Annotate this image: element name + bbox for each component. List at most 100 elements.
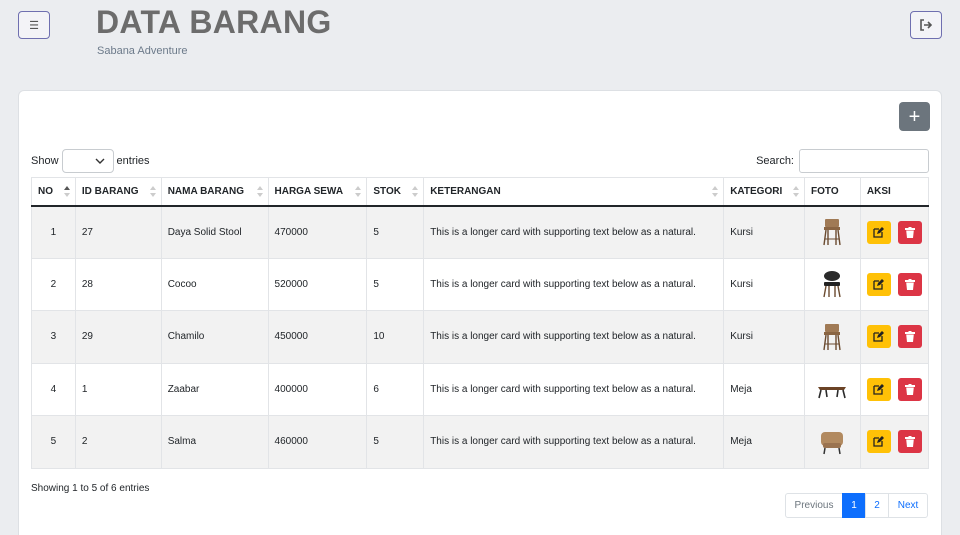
column-header-label: AKSI [866, 185, 891, 197]
column-header-label: KETERANGAN [430, 185, 501, 197]
cell-harga-sewa: 400000 [267, 362, 368, 416]
column-header[interactable]: NO [31, 177, 76, 207]
sort-icon [63, 186, 70, 197]
cell-stok: 5 [366, 205, 425, 259]
column-header[interactable]: STOK [366, 177, 425, 207]
sign-out-icon [920, 19, 933, 31]
cell-harga-sewa: 470000 [267, 205, 368, 259]
entries-length-control: Show entries [31, 149, 150, 173]
cell-harga-sewa: 460000 [267, 415, 368, 469]
trash-icon [904, 278, 915, 290]
cell-kategori: Kursi [723, 205, 806, 259]
cell-aksi [859, 205, 930, 259]
column-header-label: ID BARANG [81, 185, 139, 197]
chevron-down-icon [95, 158, 105, 164]
page-title: DATA BARANG [96, 4, 332, 40]
cell-no: 1 [31, 205, 76, 259]
show-label: Show [31, 155, 59, 167]
column-header[interactable]: FOTO [804, 177, 861, 207]
cell-no: 2 [31, 257, 76, 311]
delete-button[interactable] [897, 325, 922, 349]
edit-icon [873, 436, 885, 447]
cell-stok: 5 [366, 415, 425, 469]
items-table: NO ID BARANG NAMA BARANG HARGA SEWA STOK KETE… [31, 177, 930, 469]
pagination-previous[interactable]: Previous [785, 493, 843, 518]
column-header[interactable]: ID BARANG [74, 177, 162, 207]
plus-icon: + [908, 105, 921, 128]
column-header-label: HARGA SEWA [274, 185, 344, 197]
sort-icon [793, 186, 800, 197]
sort-icon [149, 186, 156, 197]
product-photo [811, 270, 854, 298]
page-subtitle: Sabana Adventure [97, 45, 188, 57]
logout-button[interactable] [910, 11, 942, 39]
cell-keterangan: This is a longer card with supporting te… [423, 310, 725, 364]
cell-nama-barang: Daya Solid Stool [160, 205, 269, 259]
cell-foto [804, 362, 861, 416]
cell-harga-sewa: 520000 [267, 257, 368, 311]
edit-icon [873, 383, 885, 395]
column-header[interactable]: AKSI [859, 177, 930, 207]
search-control: Search: [756, 149, 929, 173]
cell-kategori: Meja [723, 415, 806, 469]
cell-no: 4 [31, 362, 76, 416]
trash-icon [904, 383, 915, 395]
edit-icon [873, 226, 885, 238]
delete-button[interactable] [897, 430, 922, 454]
cell-no: 5 [31, 415, 76, 469]
cell-stok: 6 [366, 362, 425, 416]
column-header[interactable]: NAMA BARANG [160, 177, 269, 207]
hamburger-icon: ☰ [29, 19, 39, 32]
cell-kategori: Kursi [723, 310, 806, 364]
cell-id-barang: 2 [74, 415, 162, 469]
cell-aksi [859, 310, 930, 364]
cell-kategori: Kursi [723, 257, 806, 311]
table-header-row: NO ID BARANG NAMA BARANG HARGA SEWA STOK KETE… [31, 177, 930, 207]
column-header[interactable]: KATEGORI [723, 177, 806, 207]
cell-nama-barang: Salma [160, 415, 269, 469]
edit-button[interactable] [866, 430, 891, 454]
pagination-next[interactable]: Next [888, 493, 928, 518]
pagination-page-1[interactable]: 1 [842, 493, 866, 518]
trash-icon [904, 331, 915, 343]
table-row: 5 2 Salma 460000 5 This is a longer card with… [31, 415, 930, 469]
column-header[interactable]: HARGA SEWA [267, 177, 368, 207]
delete-button[interactable] [897, 272, 922, 296]
cell-nama-barang: Chamilo [160, 310, 269, 364]
table-body: 1 27 Daya Solid Stool 470000 5 This is a long… [31, 205, 930, 469]
edit-icon [873, 331, 885, 342]
edit-button[interactable] [866, 220, 891, 244]
cell-foto [804, 415, 861, 469]
cell-keterangan: This is a longer card with supporting te… [423, 362, 725, 416]
cell-nama-barang: Zaabar [160, 362, 269, 416]
cell-id-barang: 1 [74, 362, 162, 416]
cell-aksi [859, 257, 930, 311]
product-photo [811, 323, 854, 351]
table-info: Showing 1 to 5 of 6 entries [31, 483, 150, 494]
pagination: Previous 1 2 Next [785, 493, 928, 518]
product-photo [811, 218, 854, 246]
search-label: Search: [756, 155, 794, 167]
search-input[interactable] [799, 149, 929, 173]
pagination-page-2[interactable]: 2 [865, 493, 889, 518]
cell-foto [804, 310, 861, 364]
delete-button[interactable] [897, 377, 922, 401]
edit-button[interactable] [866, 377, 891, 401]
entries-select[interactable] [61, 149, 114, 173]
delete-button[interactable] [897, 220, 922, 244]
menu-toggle-button[interactable]: ☰ [18, 11, 50, 39]
edit-button[interactable] [866, 272, 891, 296]
cell-aksi [859, 362, 930, 416]
trash-icon [904, 436, 915, 448]
cell-foto [804, 257, 861, 311]
data-card: + Show entries Search: NO ID BARANG NAMA B… [18, 90, 942, 535]
cell-stok: 5 [366, 257, 425, 311]
cell-kategori: Meja [723, 362, 806, 416]
entries-label: entries [116, 155, 150, 167]
column-header[interactable]: KETERANGAN [423, 177, 725, 207]
column-header-label: FOTO [811, 185, 839, 197]
sort-icon [355, 186, 362, 197]
column-header-label: NO [38, 185, 53, 197]
add-item-button[interactable]: + [899, 102, 930, 131]
edit-button[interactable] [866, 325, 891, 349]
